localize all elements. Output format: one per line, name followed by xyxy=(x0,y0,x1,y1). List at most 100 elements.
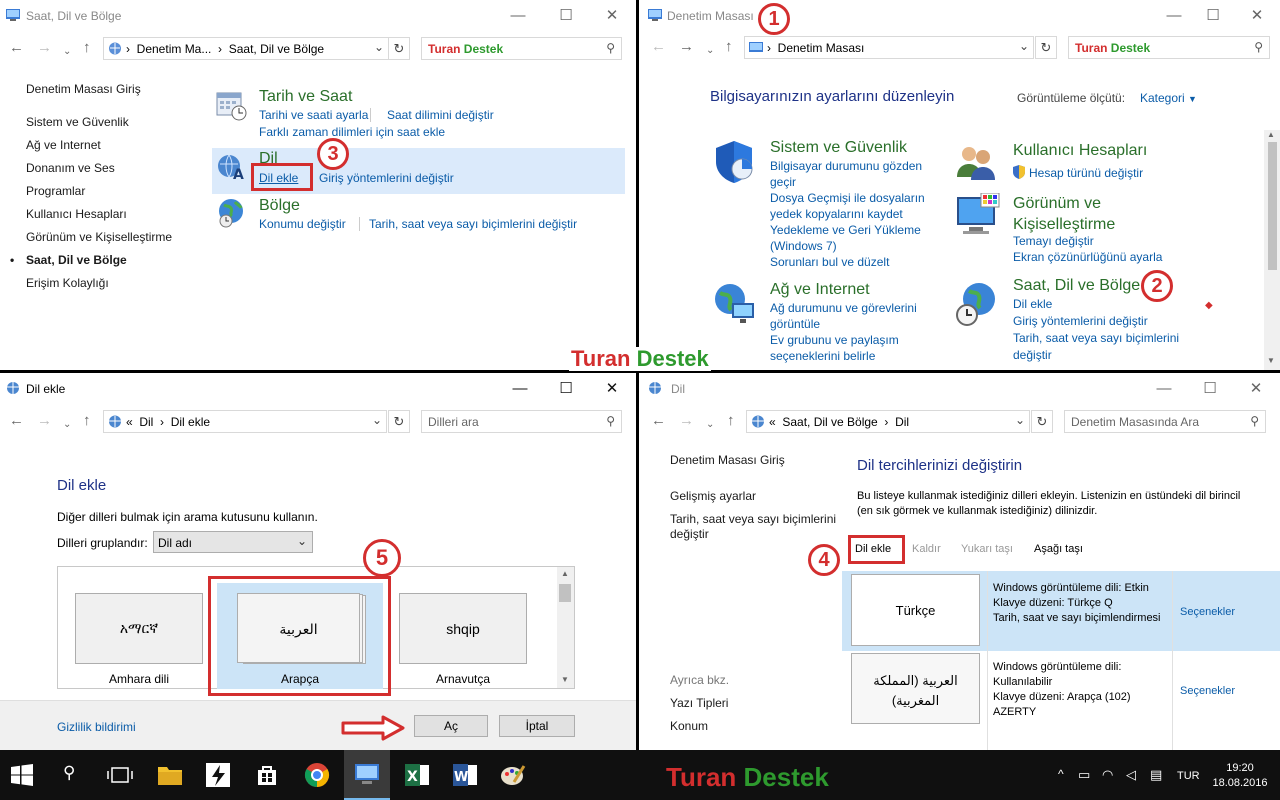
cancel-button[interactable]: İptal xyxy=(499,715,575,737)
minimize-button[interactable]: — xyxy=(1164,7,1184,25)
refresh-button[interactable]: ↻ xyxy=(1035,36,1057,59)
scroll-down-icon[interactable]: ▼ xyxy=(1267,356,1275,365)
close-button[interactable]: ✕ xyxy=(602,380,622,398)
maximize-button[interactable]: ☐ xyxy=(556,7,576,25)
maximize-button[interactable]: ☐ xyxy=(1203,7,1223,25)
show-hidden-icons[interactable]: ^ xyxy=(1058,767,1064,781)
close-button[interactable]: ✕ xyxy=(1246,380,1266,398)
sidebar-link-fonts[interactable]: Yazı Tipleri xyxy=(670,696,728,710)
recent-chevron-icon[interactable]: ⌄ xyxy=(63,417,71,433)
search-input[interactable]: Turan Destek ⚲ xyxy=(421,37,622,60)
word-icon[interactable]: W xyxy=(452,762,478,788)
windows-start-icon[interactable] xyxy=(10,763,34,787)
up-arrow-icon[interactable]: ↑ xyxy=(727,413,735,429)
link[interactable]: Ev grubunu ve paylaşım seçeneklerini bel… xyxy=(770,332,940,364)
sidebar-item-network[interactable]: Ağ ve Internet xyxy=(26,138,101,152)
category-title-date-time[interactable]: Tarih ve Saat xyxy=(259,88,352,106)
address-bar[interactable]: › Denetim Ma... › Saat, Dil ve Bölge ⌄ xyxy=(103,37,389,60)
category-title-appearance[interactable]: Görünüm ve Kişiselleştirme xyxy=(1013,193,1133,235)
language-tile[interactable]: Türkçe xyxy=(851,574,980,646)
chevron-down-icon[interactable]: ⌄ xyxy=(1019,39,1029,53)
sidebar-item-home[interactable]: Denetim Masası Giriş xyxy=(26,82,141,96)
link[interactable]: Giriş yöntemlerini değiştir xyxy=(1013,313,1193,330)
category-title-accounts[interactable]: Kullanıcı Hesapları xyxy=(1013,142,1147,160)
category-title-region[interactable]: Bölge xyxy=(259,197,300,215)
remove-button[interactable]: Kaldır xyxy=(912,543,941,555)
options-link[interactable]: Seçenekler xyxy=(1180,683,1235,699)
link[interactable]: Ekran çözünürlüğünü ayarla xyxy=(1013,249,1183,265)
address-bar[interactable]: › Denetim Masası ⌄ xyxy=(744,36,1034,59)
search-icon[interactable]: ⚲ xyxy=(63,763,75,783)
title-bar[interactable]: Dil — ☐ ✕ xyxy=(639,373,1280,405)
address-bar[interactable]: « Dil › Dil ekle ⌄ xyxy=(103,410,387,433)
link-input-methods[interactable]: Giriş yöntemlerini değiştir xyxy=(319,170,454,186)
category-title-network[interactable]: Ağ ve Internet xyxy=(770,281,870,299)
chevron-down-icon[interactable]: ⌄ xyxy=(1015,413,1025,427)
move-up-button[interactable]: Yukarı taşı xyxy=(961,543,1013,555)
breadcrumb-item[interactable]: Denetim Masası xyxy=(778,41,865,55)
move-down-button[interactable]: Aşağı taşı xyxy=(1034,543,1083,555)
back-arrow-icon[interactable]: ← xyxy=(651,39,666,55)
link[interactable]: Sorunları bul ve düzelt xyxy=(770,254,940,270)
chrome-icon[interactable] xyxy=(304,762,330,788)
close-button[interactable]: ✕ xyxy=(602,7,622,25)
paint-icon[interactable] xyxy=(500,762,526,788)
forward-arrow-icon[interactable]: → xyxy=(679,39,694,55)
store-icon[interactable] xyxy=(255,763,279,787)
up-arrow-icon[interactable]: ↑ xyxy=(725,39,733,55)
scroll-up-icon[interactable]: ▲ xyxy=(1267,130,1275,139)
link[interactable]: Ağ durumunu ve görevlerini görüntüle xyxy=(770,300,940,332)
breadcrumb-item[interactable]: Saat, Dil ve Bölge xyxy=(229,42,324,56)
sidebar-item-advanced[interactable]: Gelişmiş ayarlar xyxy=(670,489,756,503)
language-tile[interactable]: العربية (المملكة المغربية) xyxy=(851,653,980,724)
refresh-button[interactable]: ↻ xyxy=(388,37,410,60)
scrollbar[interactable]: ▲ ▼ xyxy=(557,567,574,688)
refresh-button[interactable]: ↻ xyxy=(1031,410,1053,433)
sidebar-link-location[interactable]: Konum xyxy=(670,719,708,733)
title-bar[interactable]: Saat, Dil ve Bölge — ☐ ✕ xyxy=(0,0,636,32)
back-arrow-icon[interactable]: ← xyxy=(651,413,666,429)
scrollbar-thumb[interactable] xyxy=(1268,142,1277,270)
recent-chevron-icon[interactable]: ⌄ xyxy=(706,43,714,59)
action-center-icon[interactable]: ▤ xyxy=(1150,767,1162,783)
flash-app-icon[interactable] xyxy=(205,762,231,788)
link[interactable]: Dosya Geçmişi ile dosyaların yedek kopya… xyxy=(770,190,940,222)
breadcrumb-item[interactable]: Dil xyxy=(895,415,909,429)
task-view-icon[interactable] xyxy=(107,765,133,785)
wifi-icon[interactable]: ◠ xyxy=(1102,767,1113,783)
category-title-security[interactable]: Sistem ve Güvenlik xyxy=(770,139,907,157)
back-arrow-icon[interactable]: ← xyxy=(9,40,24,56)
up-arrow-icon[interactable]: ↑ xyxy=(83,40,91,56)
input-language[interactable]: TUR xyxy=(1177,770,1200,782)
view-by-dropdown[interactable]: Kategori ▼ xyxy=(1140,91,1197,105)
minimize-button[interactable]: — xyxy=(510,380,530,398)
sidebar-item-hardware[interactable]: Donanım ve Ses xyxy=(26,161,115,175)
title-bar[interactable]: Dil ekle — ☐ ✕ xyxy=(0,373,636,405)
sidebar-item-programs[interactable]: Programlar xyxy=(26,184,85,198)
sidebar-item-security[interactable]: Sistem ve Güvenlik xyxy=(26,115,129,129)
language-tile[interactable]: አማርኛ xyxy=(75,593,203,664)
scroll-down-icon[interactable]: ▼ xyxy=(561,675,569,684)
sidebar-item-accounts[interactable]: Kullanıcı Hesapları xyxy=(26,207,127,221)
minimize-button[interactable]: — xyxy=(1154,380,1174,398)
scroll-up-icon[interactable]: ▲ xyxy=(561,569,569,578)
link-change-formats[interactable]: Tarih, saat veya sayı biçimlerini değişt… xyxy=(369,216,577,232)
up-arrow-icon[interactable]: ↑ xyxy=(83,413,91,429)
forward-arrow-icon[interactable]: → xyxy=(37,40,52,56)
refresh-button[interactable]: ↻ xyxy=(388,410,410,433)
chevron-down-icon[interactable]: ⌄ xyxy=(372,413,382,427)
sidebar-item-formats[interactable]: Tarih, saat veya sayı biçimlerini değişt… xyxy=(670,512,840,542)
breadcrumb-item[interactable]: Saat, Dil ve Bölge xyxy=(782,415,877,429)
link[interactable]: Temayı değiştir xyxy=(1013,233,1183,249)
recent-chevron-icon[interactable]: ⌄ xyxy=(63,44,71,60)
search-input[interactable]: Denetim Masasında Ara ⚲ xyxy=(1064,410,1266,433)
link[interactable]: Hesap türünü değiştir xyxy=(1029,165,1143,181)
maximize-button[interactable]: ☐ xyxy=(1200,380,1220,398)
file-explorer-icon[interactable] xyxy=(157,764,183,786)
battery-icon[interactable]: ▭ xyxy=(1078,767,1090,783)
title-bar[interactable]: Denetim Masası — ☐ ✕ xyxy=(639,0,1280,32)
sidebar-item-clock-region[interactable]: Saat, Dil ve Bölge xyxy=(26,253,127,267)
link-set-date-time[interactable]: Tarihi ve saati ayarla xyxy=(259,107,368,123)
scrollbar-thumb[interactable] xyxy=(559,584,571,602)
volume-icon[interactable]: ◁ xyxy=(1126,767,1136,783)
